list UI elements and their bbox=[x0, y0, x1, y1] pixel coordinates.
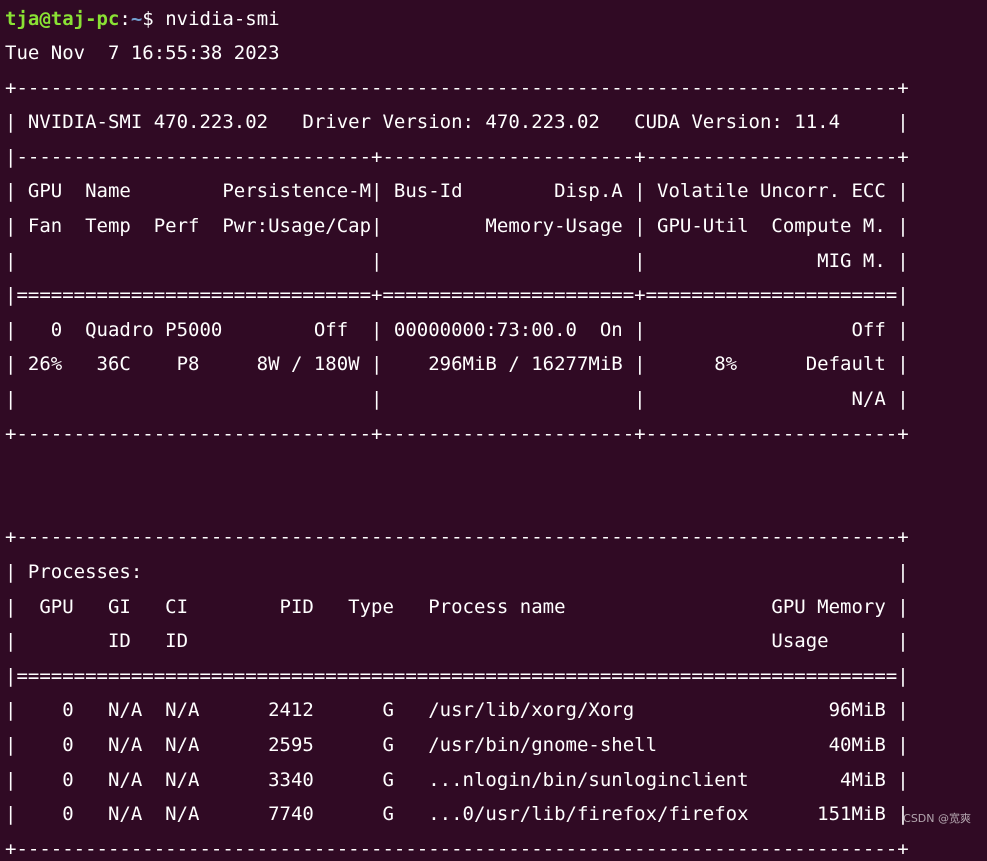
prompt-symbol: $ bbox=[142, 8, 154, 30]
prompt-command: nvidia-smi bbox=[153, 8, 280, 30]
output-line: +---------------------------------------… bbox=[5, 837, 909, 860]
output-line: +---------------------------------------… bbox=[5, 526, 909, 549]
output-line: | 0 N/A N/A 2412 G /usr/lib/xorg/Xorg 96… bbox=[5, 699, 909, 722]
output-line: +---------------------------------------… bbox=[5, 76, 909, 99]
output-line: | | | MIG M. | bbox=[5, 249, 909, 272]
output-line: | 0 Quadro P5000 Off | 00000000:73:00.0 … bbox=[5, 318, 909, 341]
output-line: Tue Nov 7 16:55:38 2023 bbox=[5, 42, 280, 64]
output-line: +-------------------------------+-------… bbox=[5, 422, 909, 445]
output-line: | Processes: | bbox=[5, 561, 909, 583]
output-line: | GPU Name Persistence-M| Bus-Id Disp.A … bbox=[5, 180, 909, 203]
output-line: | 26% 36C P8 8W / 180W | 296MiB / 16277M… bbox=[5, 353, 909, 376]
output-line: |===============================+=======… bbox=[5, 284, 909, 307]
output-line: | NVIDIA-SMI 470.223.02 Driver Version: … bbox=[5, 111, 909, 134]
output-line: | 0 N/A N/A 2595 G /usr/bin/gnome-shell … bbox=[5, 734, 909, 756]
output-line: | 0 N/A N/A 3340 G ...nlogin/bin/sunlogi… bbox=[5, 768, 909, 791]
output-line: |=======================================… bbox=[5, 664, 909, 687]
prompt-line: tja@taj-pc:~$ nvidia-smi bbox=[5, 7, 280, 31]
prompt-separator: : bbox=[119, 8, 131, 30]
terminal-window[interactable]: tja@taj-pc:~$ nvidia-smi Tue Nov 7 16:55… bbox=[0, 0, 987, 860]
output-line: | 0 N/A N/A 7740 G ...0/usr/lib/firefox/… bbox=[5, 803, 909, 826]
output-line: | GPU GI CI PID Type Process name GPU Me… bbox=[5, 595, 909, 618]
output-line: |-------------------------------+-------… bbox=[5, 145, 909, 168]
prompt-path: ~ bbox=[130, 8, 143, 30]
output-line: | | | N/A | bbox=[5, 388, 909, 410]
output-line: | Fan Temp Perf Pwr:Usage/Cap| Memory-Us… bbox=[5, 215, 909, 237]
output-line: | ID ID Usage | bbox=[5, 630, 909, 653]
watermark: CSDN @宽爽 bbox=[903, 812, 971, 825]
prompt-user-host: tja@taj-pc bbox=[5, 8, 120, 30]
